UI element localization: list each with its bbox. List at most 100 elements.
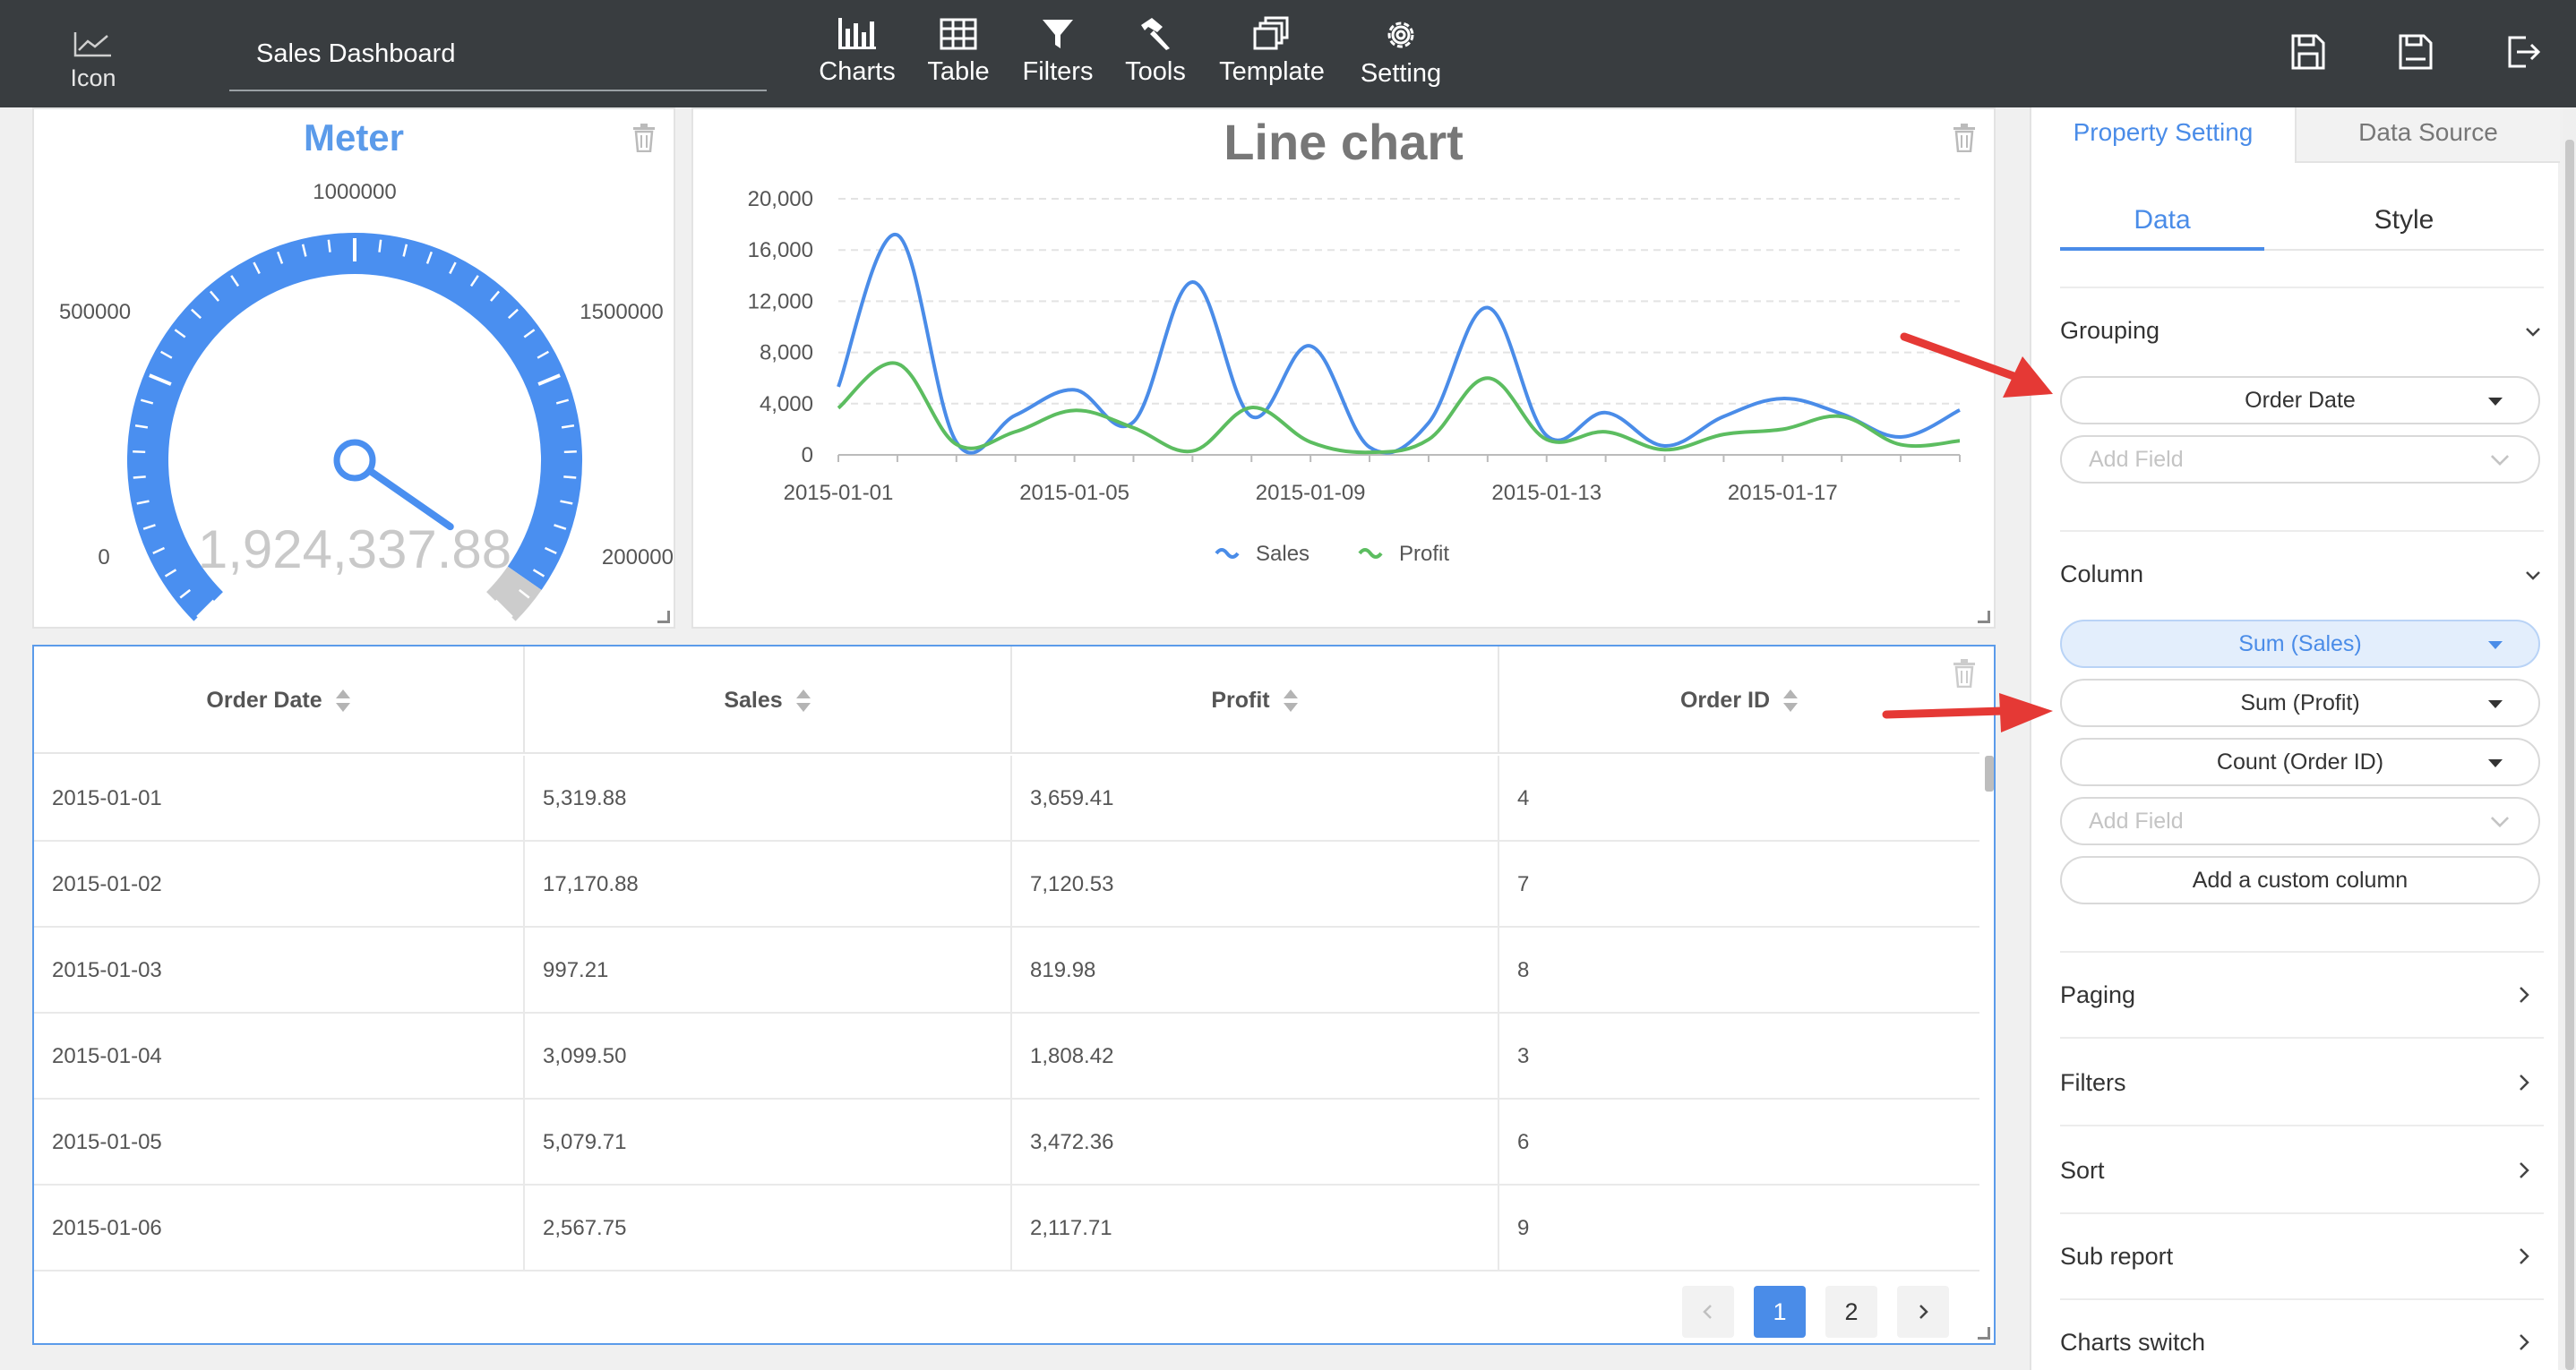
section-label: Charts switch [2060,1329,2206,1356]
gauge-tick [563,475,577,479]
caret-down-icon [2488,641,2503,649]
cell: 2015-01-04 [34,1014,525,1100]
charts-button[interactable]: Charts [810,16,905,93]
column-header-label: Order ID [1679,688,1771,713]
tab-data-source[interactable]: Data Source [2297,107,2560,163]
chevron-left-icon [1703,1305,1712,1319]
section-label: Filters [2060,1069,2126,1096]
table-button[interactable]: Table [919,16,998,93]
cell: 6 [1517,1130,1530,1154]
exit-icon[interactable] [2501,30,2544,73]
chevron-down-icon [2490,455,2510,467]
gauge-panel[interactable]: Meter 0 500000 1000000 1500000 200000 1,924,3… [32,107,675,629]
gauge-label: 1500000 [580,300,663,324]
x-tick-label: 2015-01-13 [1491,481,1601,505]
section-label: Sort [2060,1157,2105,1184]
table-panel[interactable]: Order Date Sales Profit Order ID 2015-01… [32,645,1996,1345]
table-row[interactable]: 2015-01-05 5,079.71 3,472.36 6 [34,1100,1979,1186]
resize-handle[interactable] [1978,611,1990,623]
resize-handle[interactable] [1978,1327,1990,1340]
gauge-tick [133,475,146,479]
next-page-button[interactable] [1897,1286,1949,1338]
gauge-tick [327,239,331,253]
template-button[interactable]: Template [1218,16,1326,93]
table-row[interactable]: 2015-01-02 17,170.88 7,120.53 7 [34,842,1979,928]
save-icon[interactable] [2286,30,2329,73]
column-field-count-order-id[interactable]: Count (Order ID) [2060,738,2540,786]
chevron-right-icon [2520,1162,2529,1178]
chevron-down-icon[interactable] [2524,322,2542,340]
setting-button[interactable]: Setting [1356,16,1446,93]
column-header-sales[interactable]: Sales [525,646,1012,754]
side-scrollbar[interactable] [2563,107,2576,1370]
legend-swatch [1358,548,1383,559]
column-add-field[interactable]: Add Field [2060,797,2540,845]
column-header-order-date[interactable]: Order Date [34,646,525,754]
sort-icon[interactable] [335,689,351,713]
table-row[interactable]: 2015-01-04 3,099.50 1,808.42 3 [34,1014,1979,1100]
tools-label: Tools [1125,57,1186,86]
gauge-tick [133,450,146,454]
dashboard-title: Sales Dashboard [256,39,456,68]
chevron-down-icon[interactable] [2524,566,2542,584]
grouping-field-order-date[interactable]: Order Date [2060,376,2540,424]
cell: 7,120.53 [1012,842,1499,928]
gauge-label: 1000000 [313,180,396,204]
cell: 2,567.75 [525,1186,1012,1272]
y-tick-label: 8,000 [760,341,813,365]
section-sort[interactable]: Sort [2060,1128,2544,1214]
sort-icon[interactable] [1283,689,1299,713]
table-label: Table [927,57,990,86]
page-button-1[interactable]: 1 [1754,1286,1806,1338]
section-charts-switch[interactable]: Charts switch [2060,1300,2544,1370]
sort-icon[interactable] [795,689,811,713]
subtab-data[interactable]: Data [2060,197,2264,251]
tools-button[interactable]: Tools [1121,16,1189,93]
table-row[interactable]: 2015-01-06 2,567.75 2,117.71 9 [34,1186,1979,1272]
page-button-2[interactable]: 2 [1825,1286,1877,1338]
column-header-profit[interactable]: Profit [1012,646,1499,754]
column-field-sum-profit[interactable]: Sum (Profit) [2060,679,2540,727]
divider [2060,287,2544,288]
grouping-add-field[interactable]: Add Field [2060,435,2540,484]
cell: 2015-01-01 [34,756,525,842]
line-chart-panel[interactable]: Line chart 0 4,000 8,000 12,000 16,000 20,000… [691,107,1996,629]
caret-down-icon [2488,700,2503,708]
x-tick-label: 2015-01-01 [784,481,894,505]
annotation-arrow [1900,332,2053,398]
grouping-title: Grouping [2060,317,2160,344]
cell: 819.98 [1012,928,1499,1014]
prev-page-button[interactable] [1682,1286,1734,1338]
section-paging[interactable]: Paging [2060,953,2544,1039]
save-as-icon[interactable] [2393,30,2436,73]
add-custom-column-button[interactable]: Add a custom column [2060,856,2540,904]
subtab-style[interactable]: Style [2264,197,2544,251]
x-tick-label: 2015-01-09 [1256,481,1366,505]
section-filters[interactable]: Filters [2060,1040,2544,1126]
tab-property-setting[interactable]: Property Setting [2031,107,2297,163]
field-label: Sum (Sales) [2238,631,2362,656]
series-line-profit [837,361,1961,455]
dashboard-title-input[interactable]: Sales Dashboard [229,30,767,91]
table-row[interactable]: 2015-01-03 997.21 819.98 8 [34,928,1979,1014]
cell: 2015-01-02 [34,842,525,928]
scrollbar-thumb[interactable] [2565,140,2574,1370]
cell: 3 [1517,1044,1530,1068]
cell: 7 [1517,872,1530,896]
table-scrollbar[interactable] [1985,756,1994,792]
table-row[interactable]: 2015-01-01 5,319.88 3,659.41 4 [34,756,1979,842]
filters-button[interactable]: Filters [1018,16,1098,93]
annotation-arrow [1882,693,2053,732]
sort-icon[interactable] [1782,689,1799,713]
cell: 1,808.42 [1012,1014,1499,1100]
column-title: Column [2060,561,2144,587]
resize-handle[interactable] [657,611,670,623]
column-field-sum-sales[interactable]: Sum (Sales) [2060,620,2540,668]
y-tick-label: 16,000 [748,238,813,262]
chevron-right-icon [1919,1305,1928,1319]
column-header-label: Order Date [206,688,322,713]
section-sub-report[interactable]: Sub report [2060,1214,2544,1300]
brand[interactable]: Icon [54,30,133,102]
gauge-tick [378,239,382,253]
y-tick-label: 0 [802,443,813,467]
